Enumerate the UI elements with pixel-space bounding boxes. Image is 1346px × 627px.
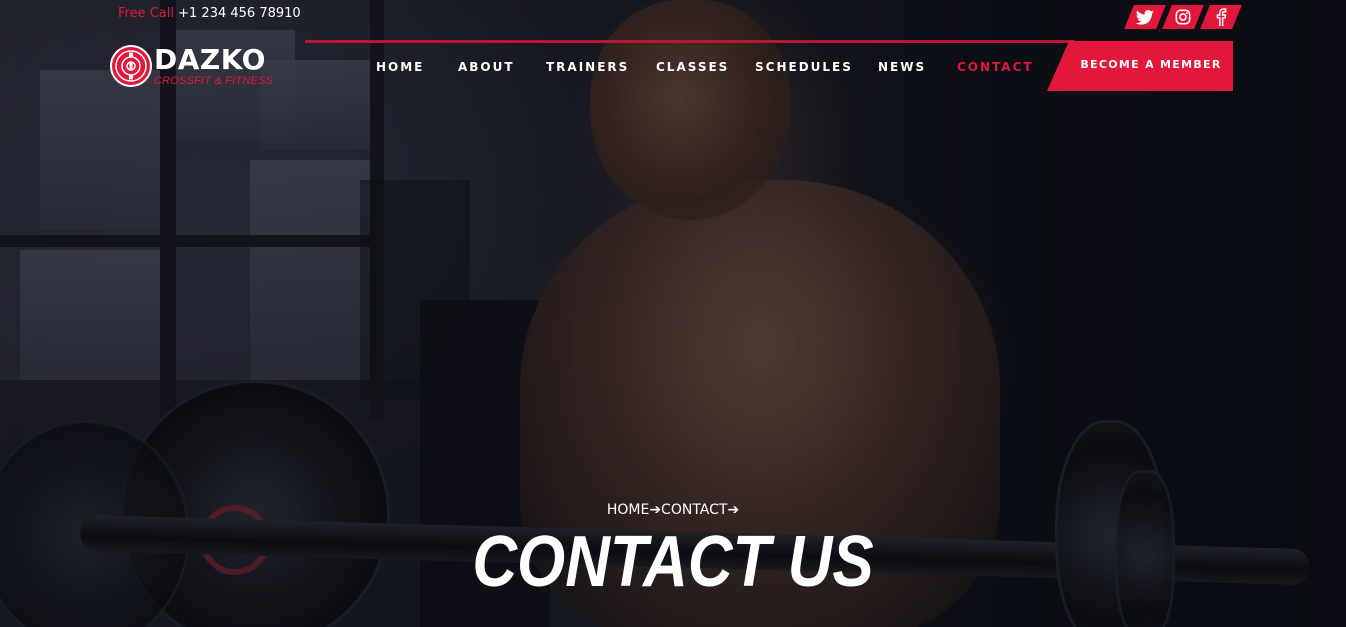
facebook-link[interactable] bbox=[1200, 5, 1242, 29]
nav-item-home[interactable]: HOME bbox=[376, 60, 458, 74]
twitter-icon bbox=[1136, 9, 1154, 25]
breadcrumb-home[interactable]: HOME bbox=[607, 502, 649, 518]
page-title: CONTACT US bbox=[472, 522, 874, 602]
instagram-link[interactable] bbox=[1162, 5, 1204, 29]
logo-text: DAZKO CROSSFIT & FITNESS bbox=[154, 43, 274, 88]
topbar-phone: Free Call +1 234 456 78910 bbox=[118, 6, 301, 21]
social-links bbox=[1124, 5, 1242, 29]
nav-item-schedules[interactable]: SCHEDULES bbox=[755, 60, 878, 74]
nav-divider-line bbox=[305, 40, 1075, 43]
site-logo[interactable]: DAZKO CROSSFIT & FITNESS bbox=[110, 45, 273, 87]
brand-name: DAZKO bbox=[154, 43, 266, 76]
nav-item-news[interactable]: NEWS bbox=[878, 60, 957, 74]
twitter-link[interactable] bbox=[1124, 5, 1166, 29]
breadcrumb-contact[interactable]: CONTACT bbox=[661, 502, 727, 518]
become-member-button[interactable]: BECOME A MEMBER bbox=[1047, 41, 1233, 91]
nav-item-trainers[interactable]: TRAINERS bbox=[546, 60, 656, 74]
instagram-icon bbox=[1175, 9, 1191, 25]
arrow-right-icon: ➔ bbox=[727, 502, 740, 518]
arrow-right-icon: ➔ bbox=[649, 502, 662, 518]
breadcrumb: HOME➔CONTACT➔ bbox=[0, 502, 1346, 518]
free-call-label: Free Call bbox=[118, 6, 174, 21]
brand-tagline: CROSSFIT & FITNESS bbox=[154, 75, 274, 87]
nav-item-classes[interactable]: CLASSES bbox=[656, 60, 755, 74]
weight-plate-icon bbox=[110, 45, 152, 87]
phone-number[interactable]: +1 234 456 78910 bbox=[178, 6, 301, 21]
nav-item-about[interactable]: ABOUT bbox=[458, 60, 546, 74]
nav-item-contact[interactable]: CONTACT bbox=[957, 60, 1034, 74]
facebook-icon bbox=[1216, 8, 1227, 26]
main-nav: HOME ABOUT TRAINERS CLASSES SCHEDULES NE… bbox=[376, 60, 1034, 74]
